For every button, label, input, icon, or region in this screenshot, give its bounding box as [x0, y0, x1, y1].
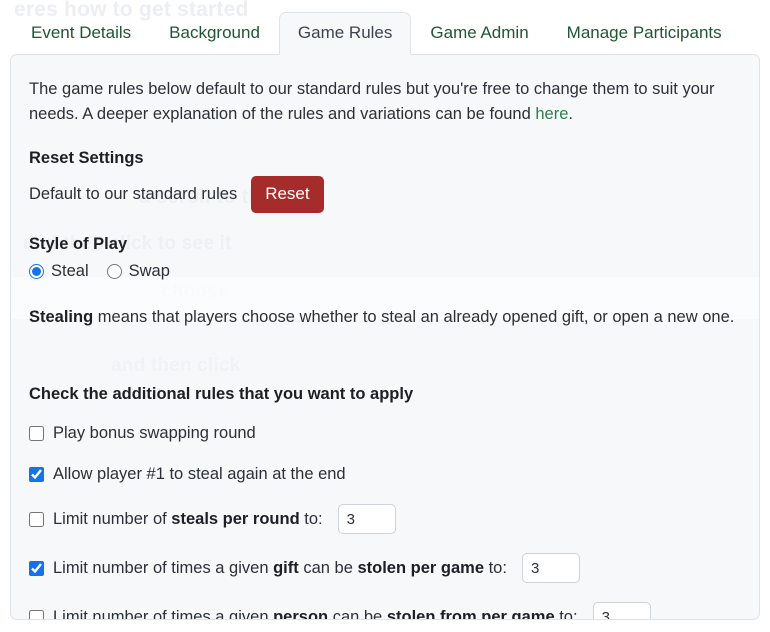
checkbox-limit-person-stolen-from-per-game[interactable]: [29, 610, 44, 621]
radio-input-swap[interactable]: [107, 264, 122, 279]
panel-content: The game rules below default to our stan…: [11, 55, 759, 620]
rule-text-part-bold: stolen per game: [357, 559, 484, 577]
rule-text-part: to:: [555, 608, 578, 620]
tab-game-admin[interactable]: Game Admin: [411, 12, 547, 55]
rule-text-part: to:: [300, 510, 323, 528]
reset-button[interactable]: Reset: [251, 176, 323, 213]
rule-label-limit-gift-stolen-per-game[interactable]: Limit number of times a given gift can b…: [53, 557, 507, 579]
tab-event-details[interactable]: Event Details: [12, 12, 150, 55]
rule-text-part: to:: [484, 559, 507, 577]
rule-label-player-one-steal-again[interactable]: Allow player #1 to steal again at the en…: [53, 463, 346, 485]
rule-text-part: Limit number of times a given: [53, 608, 273, 620]
tab-game-rules[interactable]: Game Rules: [279, 12, 411, 55]
tab-bar: Event Details Background Game Rules Game…: [0, 0, 770, 54]
style-of-play-radio-group: Steal Swap: [29, 262, 739, 281]
checkbox-player-one-steal-again[interactable]: [29, 467, 44, 482]
page-root: eres how to get started Event Details Ba…: [0, 0, 770, 632]
rule-text-part: can be: [299, 559, 358, 577]
intro-paragraph: The game rules below default to our stan…: [29, 77, 729, 127]
input-limit-steals-per-round[interactable]: [338, 504, 396, 534]
rule-row-limit-person-stolen-from-per-game: Limit number of times a given person can…: [29, 602, 739, 620]
tab-label: Manage Participants: [567, 23, 722, 42]
rule-text-part: Limit number of times a given: [53, 559, 273, 577]
rule-row-bonus-swapping-round: Play bonus swapping round: [29, 422, 739, 444]
checkbox-limit-gift-stolen-per-game[interactable]: [29, 561, 44, 576]
tab-label: Game Rules: [298, 23, 392, 42]
rule-label-bonus-swapping-round[interactable]: Play bonus swapping round: [53, 422, 256, 444]
explanation-term: Stealing: [29, 308, 93, 326]
tab-label: Event Details: [31, 23, 131, 42]
reset-description-label: Default to our standard rules: [29, 185, 237, 204]
rule-text-part-bold: stolen from per game: [387, 608, 555, 620]
game-rules-panel: a scroll to the left and then click to s…: [10, 54, 760, 620]
rule-text-part: Limit number of: [53, 510, 171, 528]
checkbox-limit-steals-per-round[interactable]: [29, 512, 44, 527]
radio-option-swap[interactable]: Swap: [107, 262, 170, 281]
rule-text-part: Allow player #1 to steal again at the en…: [53, 465, 346, 483]
tab-label: Background: [169, 23, 260, 42]
rule-row-player-one-steal-again: Allow player #1 to steal again at the en…: [29, 463, 739, 485]
radio-option-steal[interactable]: Steal: [29, 262, 89, 281]
tab-manage-participants[interactable]: Manage Participants: [548, 12, 741, 55]
rule-label-limit-steals-per-round[interactable]: Limit number of steals per round to:: [53, 508, 323, 530]
input-limit-gift-stolen-per-game[interactable]: [522, 553, 580, 583]
explanation-rest: means that players choose whether to ste…: [93, 308, 734, 326]
radio-input-steal[interactable]: [29, 264, 44, 279]
rule-text-part-bold: gift: [273, 559, 299, 577]
tab-background[interactable]: Background: [150, 12, 279, 55]
rule-row-limit-gift-stolen-per-game: Limit number of times a given gift can b…: [29, 553, 739, 583]
rule-text-part-bold: steals per round: [171, 510, 299, 528]
intro-text-before-link: The game rules below default to our stan…: [29, 80, 715, 123]
reset-settings-row: Default to our standard rules Reset: [29, 176, 739, 213]
additional-rules-heading: Check the additional rules that you want…: [29, 385, 739, 404]
additional-rules-list: Play bonus swapping round Allow player #…: [29, 422, 739, 620]
rule-text-part: can be: [328, 608, 387, 620]
checkbox-bonus-swapping-round[interactable]: [29, 426, 44, 441]
rule-row-limit-steals-per-round: Limit number of steals per round to:: [29, 504, 739, 534]
radio-label-steal: Steal: [51, 262, 89, 281]
intro-text-after-link: .: [568, 105, 573, 123]
rule-label-limit-person-stolen-from-per-game[interactable]: Limit number of times a given person can…: [53, 606, 578, 620]
style-of-play-heading: Style of Play: [29, 235, 739, 254]
input-limit-person-stolen-from-per-game[interactable]: [593, 602, 651, 620]
tab-label: Game Admin: [430, 23, 528, 42]
style-of-play-explanation: Stealing means that players choose wheth…: [29, 305, 739, 329]
rule-text-part-bold: person: [273, 608, 328, 620]
radio-label-swap: Swap: [129, 262, 170, 281]
rules-help-link[interactable]: here: [535, 105, 568, 123]
reset-settings-heading: Reset Settings: [29, 149, 739, 168]
rule-text-part: Play bonus swapping round: [53, 424, 256, 442]
